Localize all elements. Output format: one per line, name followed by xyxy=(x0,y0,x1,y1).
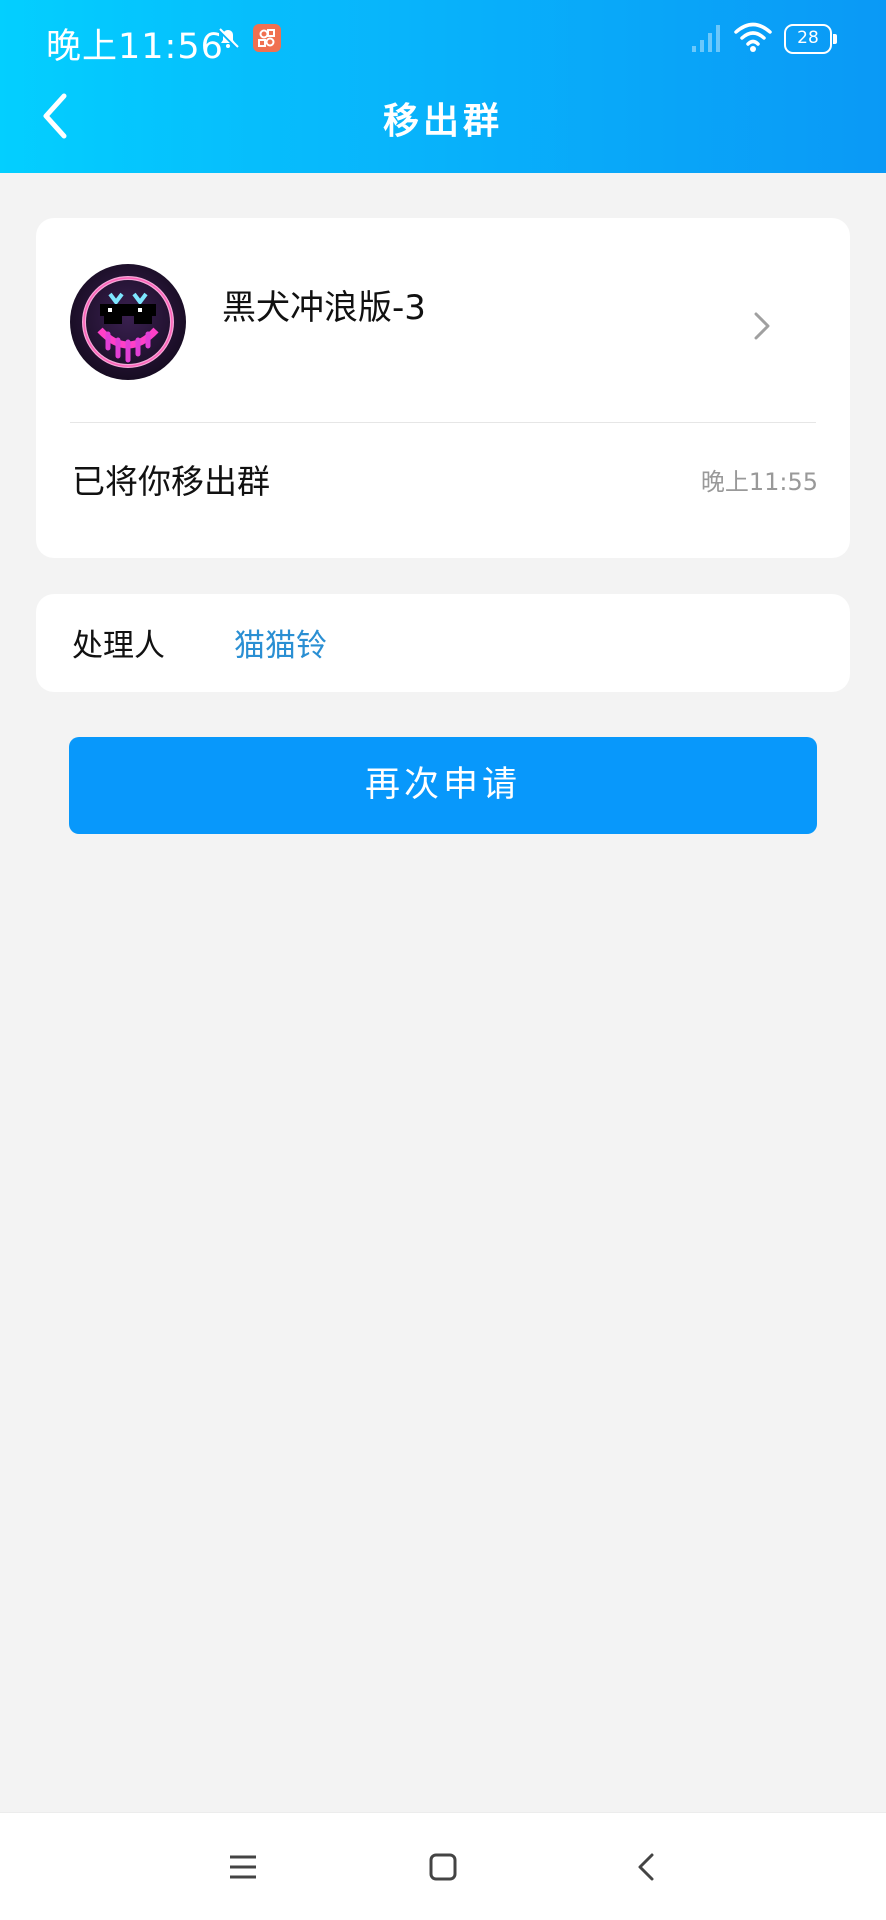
handler-label: 处理人 xyxy=(72,628,165,664)
chevron-right-icon xyxy=(754,312,770,340)
reapply-button[interactable]: 再次申请 xyxy=(69,737,817,834)
battery-level: 28 xyxy=(797,28,819,48)
muted-bell-icon xyxy=(217,28,239,50)
page-title: 移出群 xyxy=(382,101,503,142)
app-notification-icon xyxy=(253,24,281,52)
menu-icon[interactable] xyxy=(226,1847,260,1887)
group-name: 黑犬冲浪版-3 xyxy=(222,288,426,328)
app-header: 晚上11:56 28 移出群 xyxy=(0,0,886,173)
neon-face-avatar-image xyxy=(70,264,186,380)
handler-name-link[interactable]: 猫猫铃 xyxy=(234,620,327,665)
notice-timestamp: 晚上11:55 xyxy=(700,468,818,496)
system-nav-bar xyxy=(0,1812,886,1920)
removal-notice: 已将你移出群 xyxy=(72,462,270,501)
group-row[interactable]: 黑犬冲浪版-3 xyxy=(36,218,850,418)
group-avatar[interactable] xyxy=(70,264,186,380)
group-info-card: 黑犬冲浪版-3 已将你移出群 晚上11:55 xyxy=(36,218,850,558)
status-time: 晚上11:56 xyxy=(46,27,224,67)
back-icon[interactable] xyxy=(632,1847,662,1887)
wifi-icon xyxy=(734,22,772,52)
home-icon[interactable] xyxy=(426,1847,460,1887)
signal-icon xyxy=(692,25,720,52)
divider xyxy=(70,422,816,423)
handler-card: 处理人 猫猫铃 xyxy=(36,594,850,692)
battery-icon: 28 xyxy=(784,24,837,54)
